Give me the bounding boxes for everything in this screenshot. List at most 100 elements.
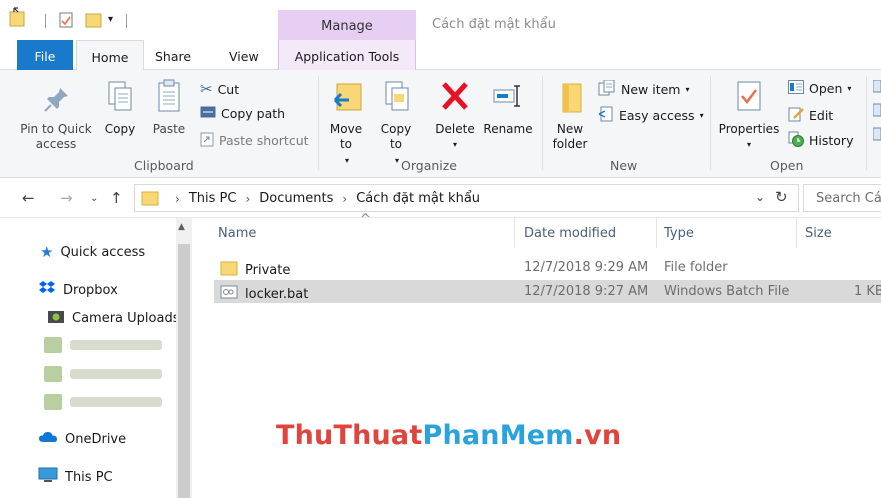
blurred-nav-item[interactable]	[44, 335, 170, 355]
scroll-up-arrow-icon[interactable]: ▲	[178, 222, 185, 232]
move-to-label: Move to	[329, 122, 363, 151]
paste-shortcut-icon	[200, 131, 214, 150]
edit-icon	[788, 106, 804, 125]
pin-quick-access-button[interactable]: Pin to Quick access	[14, 84, 100, 152]
table-row[interactable]: Private 12/7/2018 9:29 AM File folder	[214, 256, 881, 279]
properties-button[interactable]: Properties ▾	[716, 78, 782, 152]
app-icon[interactable]	[8, 6, 28, 31]
rename-label: Rename	[483, 122, 533, 136]
address-bar[interactable]: › This PC › Documents › Cách đặt mật khẩ…	[134, 184, 799, 212]
up-arrow-icon[interactable]: ↑	[110, 189, 123, 207]
easy-access-button[interactable]: Easy access ▾	[598, 106, 704, 125]
star-icon: ★	[40, 243, 54, 261]
paste-button[interactable]: Paste	[150, 78, 188, 137]
paste-icon	[150, 78, 188, 118]
group-label-open: Open	[770, 158, 804, 173]
file-date: 12/7/2018 9:27 AM	[524, 284, 649, 299]
new-folder-button[interactable]: New folder	[549, 80, 593, 152]
watermark-part1: ThuThuat	[276, 420, 423, 451]
back-arrow-icon[interactable]: ←	[22, 189, 35, 207]
column-header-size[interactable]: Size	[805, 226, 832, 241]
column-header-name[interactable]: Name	[218, 226, 256, 241]
delete-label: Delete	[435, 122, 475, 136]
history-button[interactable]: History	[788, 131, 853, 150]
nav-item-camera-uploads[interactable]: Camera Uploads	[47, 308, 179, 328]
new-item-icon	[598, 79, 616, 99]
address-row: ← → ⌄ ↑ › This PC › Documents › Cách đặt…	[0, 178, 881, 218]
move-to-button[interactable]: Move to ▾	[326, 78, 368, 168]
group-label-new: New	[610, 158, 638, 173]
pin-quick-access-label: Pin to Quick access	[20, 122, 92, 151]
nav-item-this-pc[interactable]: This PC	[38, 467, 113, 487]
easy-access-chevron-icon: ▾	[699, 111, 704, 120]
file-type: File folder	[664, 260, 728, 275]
blurred-nav-item[interactable]	[44, 392, 170, 412]
copy-to-button[interactable]: Copy to ▾	[376, 78, 418, 168]
watermark-part3: .vn	[573, 420, 622, 451]
paste-shortcut-button[interactable]: Paste shortcut	[200, 131, 309, 150]
address-dropdown-chevron-icon[interactable]: ⌄	[755, 190, 765, 204]
nav-item-label: OneDrive	[65, 431, 127, 447]
copy-path-button[interactable]: Copy path	[200, 106, 285, 121]
edit-button[interactable]: Edit	[788, 106, 833, 125]
onedrive-cloud-icon	[38, 430, 58, 448]
tab-file[interactable]: File	[17, 40, 73, 70]
file-name: Private	[245, 262, 291, 278]
contextual-tab-manage: Manage	[278, 10, 416, 44]
refresh-icon[interactable]: ↻	[775, 188, 788, 206]
open-button[interactable]: Open ▾	[788, 80, 851, 97]
breadcrumb-this-pc[interactable]: This PC	[189, 191, 237, 206]
copy-button[interactable]: Copy	[102, 78, 138, 137]
open-icon	[788, 80, 804, 97]
breadcrumb-documents[interactable]: Documents	[259, 191, 333, 206]
nav-item-label: This PC	[65, 469, 113, 485]
nav-item-onedrive[interactable]: OneDrive	[38, 430, 126, 448]
new-item-chevron-icon: ▾	[685, 85, 690, 94]
tab-view[interactable]: View	[229, 40, 259, 70]
forward-arrow-icon[interactable]: →	[60, 189, 73, 207]
camera-uploads-icon	[47, 308, 65, 328]
nav-item-label: Quick access	[60, 244, 146, 260]
file-name: locker.bat	[245, 286, 309, 302]
edit-label: Edit	[809, 108, 834, 123]
nav-item-dropbox[interactable]: Dropbox	[38, 280, 118, 300]
new-folder-qat-icon[interactable]	[85, 12, 103, 31]
copy-path-icon	[200, 106, 216, 121]
copy-path-label: Copy path	[221, 106, 286, 121]
watermark: ThuThuatPhanMem.vn	[276, 420, 621, 451]
tab-application-tools[interactable]: Application Tools	[278, 40, 416, 70]
search-input[interactable]: Search Các	[803, 184, 881, 212]
sort-ascending-icon: ^	[360, 212, 371, 227]
select-group-icon[interactable]	[872, 79, 881, 153]
ribbon-tab-row: File Home Share View Application Tools	[0, 40, 881, 71]
nav-item-quick-access[interactable]: ★ Quick access	[40, 243, 145, 261]
breadcrumb-separator-icon: ›	[342, 191, 348, 206]
properties-icon	[716, 78, 782, 118]
delete-button[interactable]: Delete ▾	[432, 78, 478, 152]
properties-qat-icon[interactable]	[58, 12, 74, 31]
breadcrumb-current-folder[interactable]: Cách đặt mật khẩu	[356, 191, 480, 206]
column-header-type[interactable]: Type	[664, 226, 694, 241]
cut-button[interactable]: ✂ Cut	[200, 80, 239, 98]
nav-scrollbar-thumb[interactable]	[178, 244, 190, 498]
batch-file-icon	[220, 284, 238, 304]
tab-home[interactable]: Home	[76, 40, 144, 71]
tab-share[interactable]: Share	[155, 40, 191, 70]
paste-label: Paste	[152, 122, 186, 136]
group-label-organize: Organize	[401, 158, 457, 173]
table-row[interactable]: locker.bat 12/7/2018 9:27 AM Windows Bat…	[214, 280, 881, 303]
new-folder-icon	[549, 80, 593, 118]
history-icon	[788, 131, 804, 150]
paste-shortcut-label: Paste shortcut	[219, 133, 309, 148]
customize-qat-icon[interactable]: ▾	[108, 14, 113, 25]
new-item-button[interactable]: New item ▾	[598, 79, 690, 99]
rename-button[interactable]: Rename	[480, 78, 536, 137]
folder-icon	[141, 189, 159, 210]
easy-access-icon	[598, 106, 614, 125]
recent-locations-chevron-icon[interactable]: ⌄	[90, 193, 98, 204]
copy-icon	[102, 78, 138, 118]
column-header-date-modified[interactable]: Date modified	[524, 226, 616, 241]
blurred-nav-item[interactable]	[44, 364, 170, 384]
file-name-cell: locker.bat	[220, 284, 308, 304]
move-to-chevron-icon: ▾	[344, 156, 349, 165]
